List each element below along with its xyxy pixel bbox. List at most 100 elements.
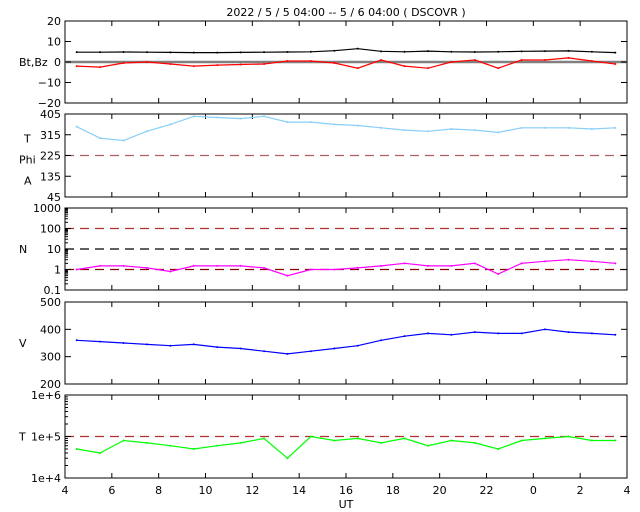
data-point-t	[473, 441, 476, 444]
panel-temperature: 1e+4 1e+5 1e+6 T	[18, 389, 628, 485]
y-tick-label: 500	[40, 296, 61, 309]
y-tick-label: 1e+6	[31, 389, 61, 402]
data-point-bt	[544, 50, 547, 53]
data-point-bz	[450, 61, 453, 63]
data-point-phi	[75, 125, 78, 128]
data-point-n	[309, 268, 312, 271]
y-tick-label: 10	[47, 243, 61, 256]
data-point-bt	[380, 50, 383, 53]
data-point-bz	[169, 63, 172, 66]
data-point-phi	[122, 139, 125, 142]
data-point-bz	[145, 61, 148, 63]
data-point-bz	[286, 59, 289, 62]
y-tick-label: 1	[54, 264, 61, 277]
data-point-n	[263, 266, 266, 269]
data-point-phi	[614, 126, 617, 129]
data-point-n	[122, 264, 125, 267]
data-point-bt	[122, 50, 125, 53]
series-bt	[76, 48, 616, 54]
data-point-t	[75, 447, 78, 450]
data-point-phi	[403, 129, 406, 132]
y-axis-label: N	[19, 243, 27, 256]
data-point-bt	[216, 51, 219, 54]
data-point-n	[450, 264, 453, 267]
data-point-n	[614, 262, 617, 265]
data-point-t	[333, 439, 336, 442]
data-point-v	[380, 339, 383, 342]
data-point-phi	[590, 127, 593, 130]
data-point-bt	[590, 50, 593, 53]
data-point-v	[75, 339, 78, 342]
data-point-bt	[497, 50, 500, 53]
data-point-t	[99, 452, 102, 455]
x-tick-label: 16	[339, 484, 353, 497]
data-point-phi	[473, 129, 476, 132]
data-point-t	[239, 441, 242, 444]
data-point-t	[309, 435, 312, 438]
data-point-n	[75, 268, 78, 271]
data-point-bz	[216, 64, 219, 67]
x-tick-label: 0	[530, 484, 537, 497]
data-point-v	[544, 328, 547, 331]
x-tick-label: 4	[624, 484, 631, 497]
data-point-bz	[239, 63, 242, 66]
data-point-n	[567, 258, 570, 261]
data-point-v	[169, 344, 172, 347]
data-point-n	[497, 273, 500, 276]
data-point-v	[356, 344, 359, 347]
data-point-phi	[567, 126, 570, 129]
data-point-t	[356, 437, 359, 440]
x-tick-label: 14	[292, 484, 306, 497]
data-point-bz	[333, 62, 336, 65]
panel-velocity: 200300400500V	[19, 296, 628, 391]
data-point-bz	[426, 67, 429, 70]
x-tick-label: 4	[62, 484, 69, 497]
data-point-v	[614, 333, 617, 336]
x-tick-label: 8	[155, 484, 162, 497]
data-point-bt	[145, 51, 148, 54]
data-point-phi	[309, 121, 312, 124]
data-point-bz	[497, 67, 500, 70]
y-tick-label: 1e+4	[31, 472, 61, 485]
x-axis-label: UT	[339, 498, 354, 511]
data-point-bt	[356, 47, 359, 50]
x-tick-label: 2	[577, 484, 584, 497]
data-point-bt	[473, 50, 476, 53]
y-tick-label: 135	[40, 170, 61, 183]
data-point-v	[309, 350, 312, 353]
data-point-v	[286, 352, 289, 355]
data-point-n	[520, 262, 523, 265]
data-point-v	[99, 340, 102, 343]
y-axis-label: T	[23, 133, 31, 146]
chart-title: 2022 / 5 / 5 04:00 -- 5 / 6 04:00 ( DSCO…	[226, 6, 465, 19]
data-point-n	[169, 270, 172, 273]
data-point-t	[216, 444, 219, 447]
data-point-v	[520, 332, 523, 335]
data-point-bt	[239, 51, 242, 54]
data-point-phi	[380, 126, 383, 129]
data-point-v	[426, 332, 429, 335]
data-point-v	[333, 347, 336, 350]
plot-frame	[64, 113, 628, 198]
data-point-phi	[263, 115, 266, 118]
panel-density: 0.11101001000N	[19, 202, 628, 297]
data-point-bz	[567, 56, 570, 59]
data-point-t	[520, 439, 523, 442]
y-tick-label: 1e+5	[31, 431, 61, 444]
y-tick-label: 300	[40, 351, 61, 364]
data-point-n	[99, 264, 102, 267]
data-point-t	[450, 439, 453, 442]
data-point-bt	[567, 49, 570, 52]
data-point-n	[426, 264, 429, 267]
data-point-n	[380, 264, 383, 267]
data-point-bz	[614, 63, 617, 66]
data-point-bz	[75, 65, 78, 68]
data-point-t	[403, 437, 406, 440]
data-point-v	[473, 331, 476, 334]
y-axis-label: A	[24, 175, 32, 188]
data-point-t	[544, 437, 547, 440]
data-point-n	[403, 262, 406, 265]
series-v	[76, 328, 616, 355]
data-point-v	[192, 343, 195, 346]
data-point-v	[590, 332, 593, 335]
